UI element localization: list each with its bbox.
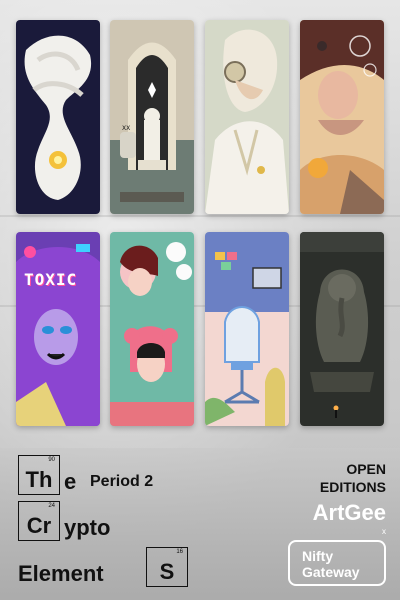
artgee-collab-x: x — [382, 527, 386, 536]
element-number: 24 — [48, 503, 55, 509]
element-number: 90 — [48, 457, 55, 463]
open-label-line1: OPEN — [346, 461, 386, 477]
svg-text:XX: XX — [122, 125, 130, 132]
toxic-artwork[interactable]: TOXIC — [16, 232, 100, 426]
headphones-portrait-artwork[interactable] — [205, 20, 289, 214]
element-symbol: Cr — [26, 513, 52, 538]
collage-portraits-artwork[interactable] — [110, 232, 194, 426]
artwork-grid: XX TOXIC — [12, 20, 388, 430]
ganesha-statue-artwork[interactable] — [300, 232, 384, 426]
desk-chair-artwork[interactable] — [205, 232, 289, 426]
element-tile-cr: 24 Cr — [18, 501, 60, 541]
title-word-rest: ypto — [64, 515, 111, 540]
element-tile-s: 16 S — [146, 547, 188, 587]
title-word-element: Element — [18, 561, 104, 586]
title-word-rest: e — [64, 469, 77, 494]
open-label-line2: EDITIONS — [319, 479, 386, 495]
artgee-logo[interactable]: ArtGee — [313, 500, 386, 526]
nifty-gateway-logo[interactable]: Nifty Gateway — [288, 540, 386, 586]
element-tile-th: 90 Th — [18, 455, 60, 495]
period-label: Period 2 — [90, 473, 154, 490]
chess-arch-artwork[interactable]: XX — [110, 20, 194, 214]
element-symbol: S — [159, 559, 175, 584]
element-symbol: Th — [25, 467, 53, 492]
white-sculpture-artwork[interactable] — [16, 20, 100, 214]
open-editions-label: OPEN EDITIONS — [320, 460, 386, 496]
woman-bubbles-artwork[interactable] — [300, 20, 384, 214]
nifty-line2: Gateway — [302, 564, 360, 580]
toxic-label: TOXIC — [24, 270, 78, 289]
nifty-line1: Nifty — [302, 548, 334, 564]
element-number: 16 — [176, 549, 183, 555]
